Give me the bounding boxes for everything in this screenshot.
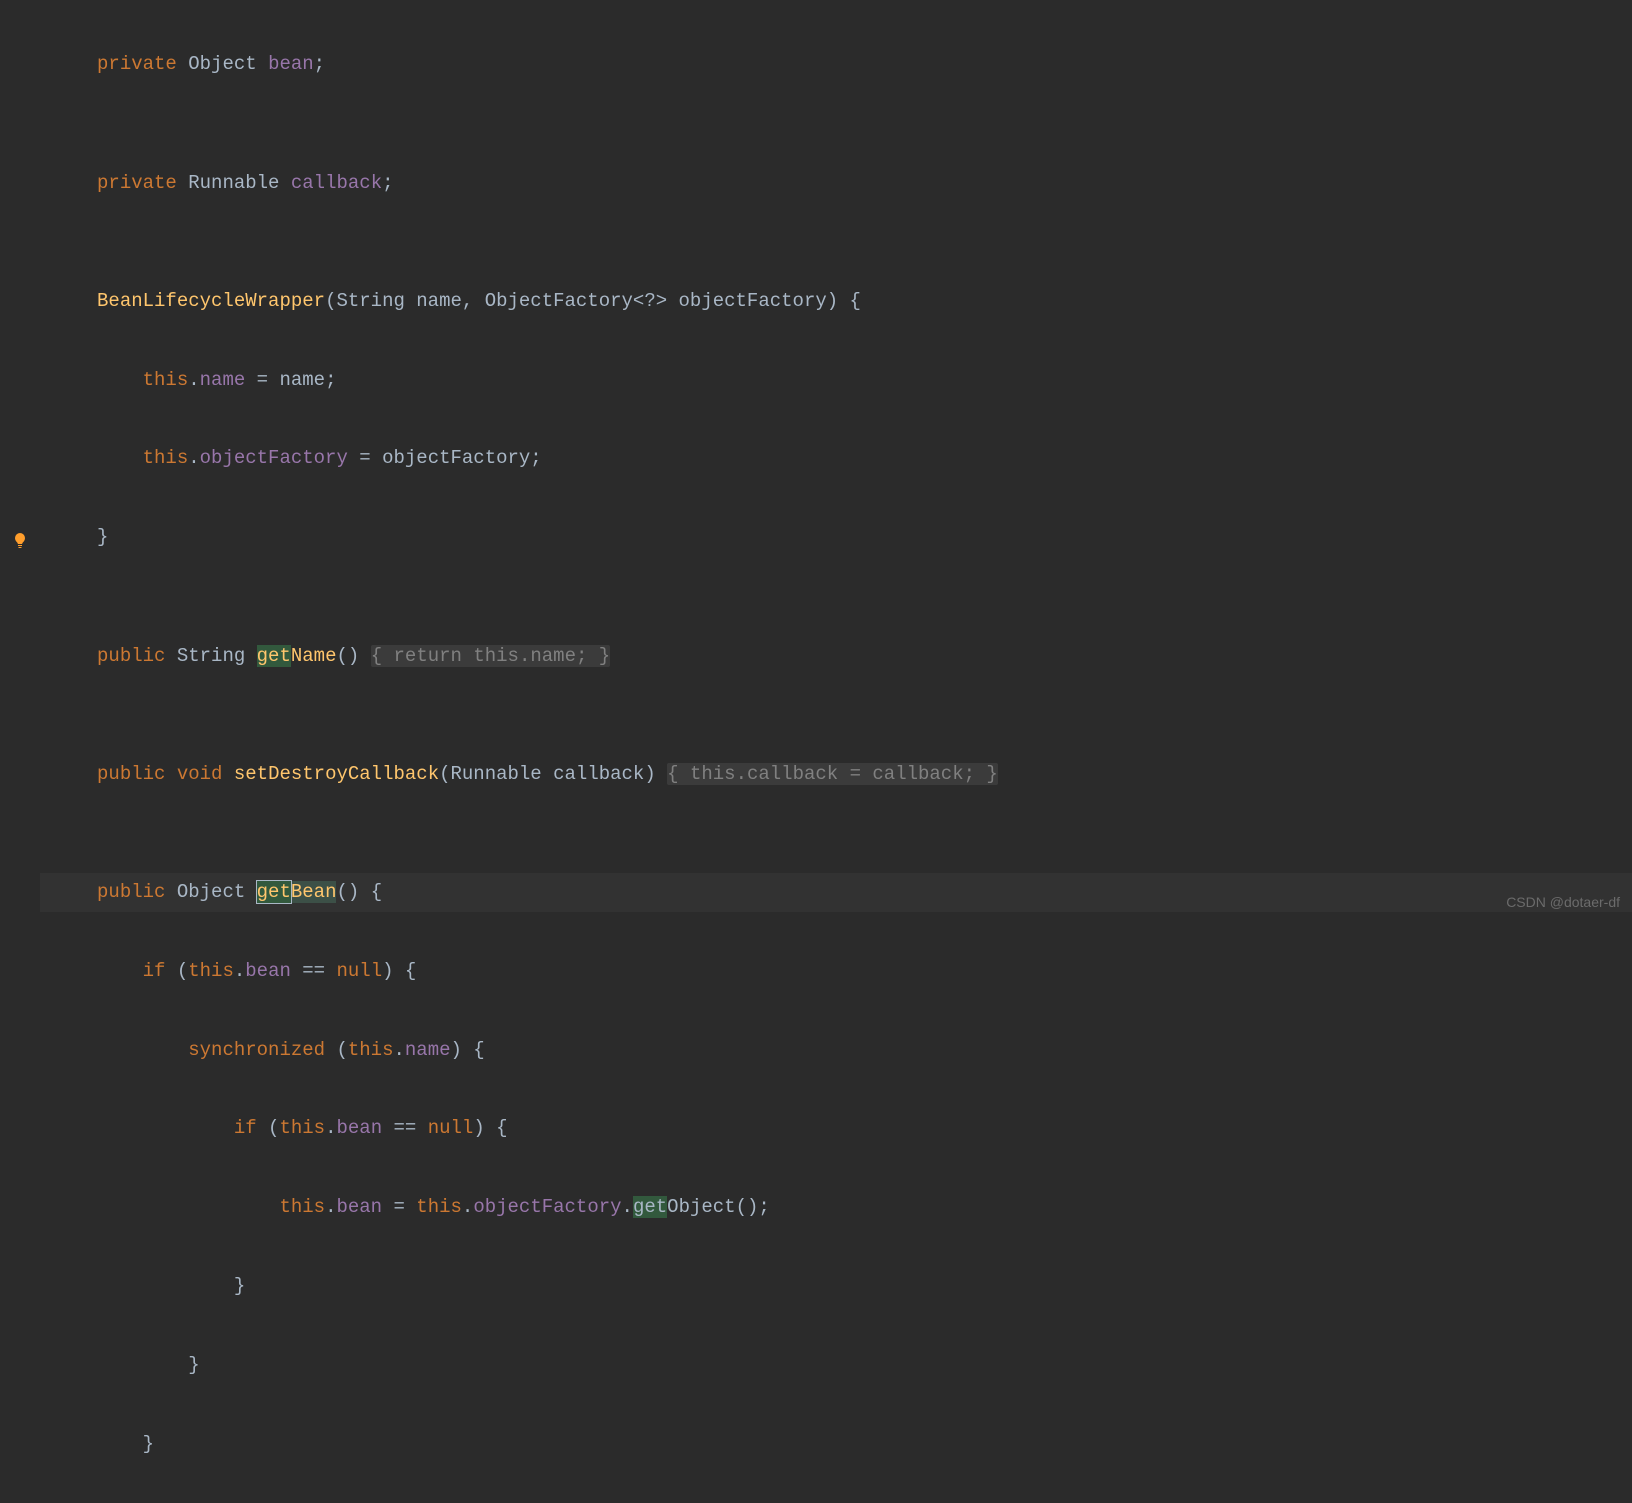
folded-code[interactable]: { this.callback = callback; } — [667, 763, 998, 785]
code-line: if (this.bean == null) { — [40, 1109, 1632, 1148]
caret-selection: get — [257, 881, 291, 903]
code-line: BeanLifecycleWrapper(String name, Object… — [40, 282, 1632, 321]
lightbulb-icon[interactable] — [12, 525, 28, 541]
current-line: public Object getBean() { — [40, 873, 1632, 912]
code-line: public void setDestroyCallback(Runnable … — [40, 755, 1632, 794]
code-line: synchronized (this.name) { — [40, 1031, 1632, 1070]
code-line: this.bean = this.objectFactory.getObject… — [40, 1188, 1632, 1227]
usage-highlight: get — [633, 1196, 667, 1218]
code-line: this.name = name; — [40, 361, 1632, 400]
code-line: private Object bean; — [40, 45, 1632, 84]
usage-highlight: get — [257, 645, 291, 667]
code-line: } — [40, 518, 1632, 557]
editor-gutter — [0, 0, 40, 930]
code-line: this.objectFactory = objectFactory; — [40, 439, 1632, 478]
code-line: if (this.bean == null) { — [40, 952, 1632, 991]
folded-code[interactable]: { return this.name; } — [371, 645, 610, 667]
code-line: public String getName() { return this.na… — [40, 637, 1632, 676]
code-line: } — [40, 1425, 1632, 1464]
watermark: CSDN @dotaer-df — [1506, 883, 1620, 922]
code-line: } — [40, 1346, 1632, 1385]
code-line: } — [40, 1267, 1632, 1306]
code-line: private Runnable callback; — [40, 164, 1632, 203]
code-editor[interactable]: private Object bean; private Runnable ca… — [40, 0, 1632, 1503]
